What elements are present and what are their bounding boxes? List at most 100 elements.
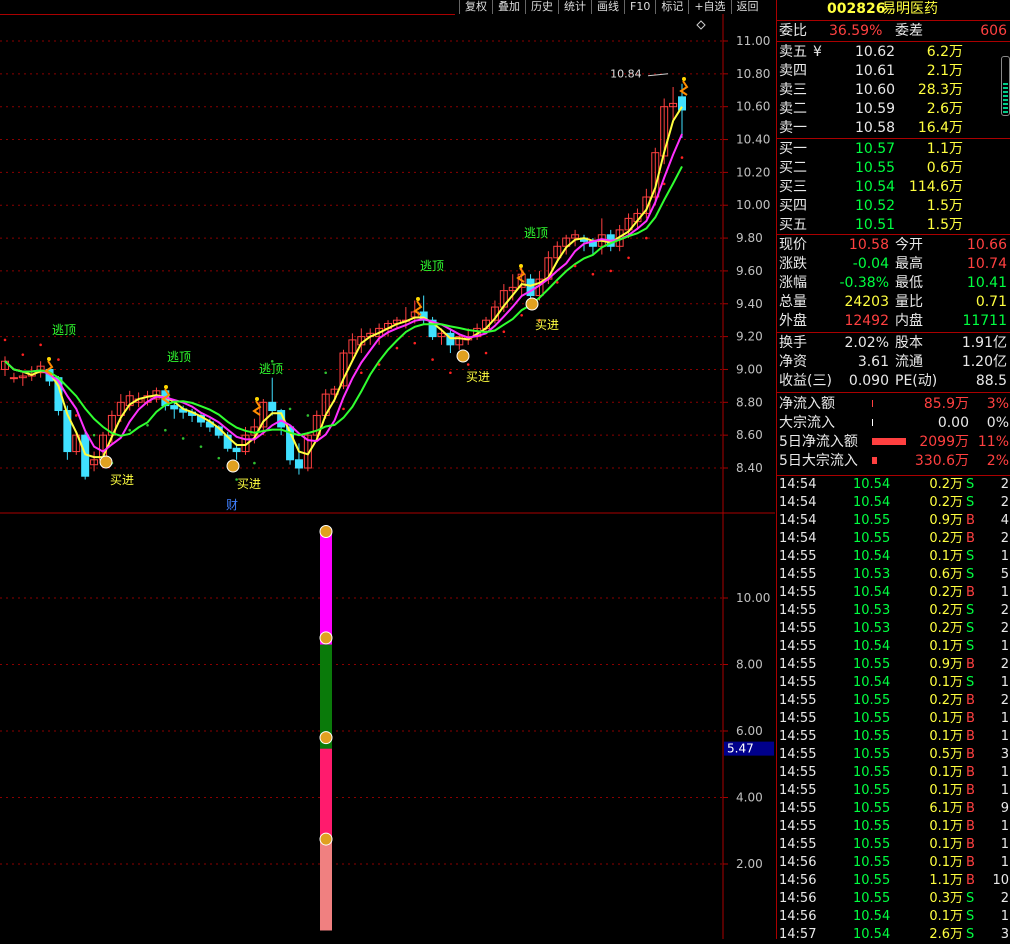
trade-volume: 0.1万 <box>929 549 963 564</box>
cai-label: 财 <box>226 498 238 512</box>
trade-row: 14:55 10.55 0.1万 B 1 <box>777 818 1010 836</box>
escape-top-label: 逃顶 <box>524 226 548 240</box>
trade-time: 14:55 <box>779 765 817 780</box>
sell-order-row: 卖一 10.58 16.4万 <box>777 119 1010 138</box>
trade-time: 14:55 <box>779 639 817 654</box>
toolbar-item[interactable]: 返回 <box>730 0 764 14</box>
flow-value: 2099万 <box>919 434 969 450</box>
trade-row: 14:55 10.54 0.1万 S 1 <box>777 674 1010 692</box>
trade-price: 10.53 <box>853 603 891 618</box>
buy-order-row: 买一 10.57 1.1万 <box>777 140 1010 159</box>
trade-time: 14:55 <box>779 837 817 852</box>
toolbar-item[interactable]: 复权 <box>459 0 492 14</box>
trade-time: 14:55 <box>779 729 817 744</box>
sar-dot <box>662 182 666 186</box>
trade-side: S <box>966 477 975 492</box>
order-volume: 6.2万 <box>926 44 963 60</box>
toolbar-item[interactable]: 历史 <box>525 0 558 14</box>
trade-row: 14:55 10.54 0.2万 B 1 <box>777 584 1010 602</box>
kline-chart[interactable]: 11.00 10.80 10.60 10.40 10.20 10.00 9.80 9.60 9.… <box>0 14 775 939</box>
yuan-marker: ¥ <box>813 44 822 60</box>
buy-signal-label: 买进 <box>237 477 261 491</box>
trade-price: 10.54 <box>853 639 891 654</box>
order-volume: 16.4万 <box>917 120 963 136</box>
stat-value: 0.090 <box>848 373 889 389</box>
trade-count: 3 <box>1000 927 1009 942</box>
trade-count: 9 <box>1000 801 1009 816</box>
trade-time: 14:55 <box>779 711 817 726</box>
trade-volume: 0.1万 <box>929 855 963 870</box>
sar-dot <box>146 424 149 427</box>
stat-value: 3.61 <box>857 354 889 370</box>
sell-order-row: 卖二 10.59 2.6万 <box>777 100 1010 119</box>
sar-dot <box>466 363 470 366</box>
order-label: 卖五 <box>779 44 807 60</box>
candle-body <box>294 459 303 469</box>
quote-panel: 002826 易明医药 委比 36.59% 委差 606 卖五 10.62 6.2万… <box>776 0 1010 942</box>
toolbar-item[interactable]: 画线 <box>591 0 624 14</box>
toolbar-item[interactable]: 统计 <box>558 0 591 14</box>
flow-value: 85.9万 <box>923 396 969 412</box>
weibi-label: 委比 <box>779 23 807 39</box>
lower-tick-label: 4.00 <box>736 791 763 805</box>
stat-value: 24203 <box>844 294 889 310</box>
trade-side: B <box>966 819 975 834</box>
trade-time: 14:55 <box>779 783 817 798</box>
trade-count: 1 <box>1000 549 1009 564</box>
flow-row: 5日净流入额 2099万 11% <box>777 433 1010 452</box>
flow-row: 5日大宗流入 330.6万 2% <box>777 452 1010 471</box>
buy-order-row: 买二 10.55 0.6万 <box>777 159 1010 178</box>
trade-side: S <box>966 567 975 582</box>
toolbar-item[interactable]: 标记 <box>655 0 688 14</box>
sar-dot <box>288 407 292 411</box>
flow-value: 330.6万 <box>914 453 969 469</box>
stat-value: -0.04 <box>852 256 889 272</box>
trade-price: 10.55 <box>853 693 891 708</box>
lower-tick-label: 10.00 <box>736 591 770 605</box>
trade-count: 2 <box>1000 657 1009 672</box>
trade-price: 10.55 <box>853 729 891 744</box>
kline-chart-area[interactable]: 11.00 10.80 10.60 10.40 10.20 10.00 9.80 9.60 9.… <box>0 14 775 939</box>
trade-time: 14:55 <box>779 603 817 618</box>
sar-dot <box>680 156 684 159</box>
order-volume: 28.3万 <box>917 82 963 98</box>
trade-volume: 0.2万 <box>929 693 963 708</box>
trade-volume: 0.1万 <box>929 909 963 924</box>
escape-top-label: 逃顶 <box>420 259 444 273</box>
sar-dot <box>360 371 363 375</box>
toolbar-item[interactable]: +自选 <box>688 0 730 14</box>
order-volume: 1.1万 <box>926 141 963 157</box>
sar-dot <box>645 236 648 240</box>
trade-side: B <box>966 783 975 798</box>
sar-dot <box>342 407 345 411</box>
trade-row: 14:57 10.54 2.6万 S 3 <box>777 926 1010 944</box>
trade-time: 14:55 <box>779 819 817 834</box>
order-label: 买二 <box>779 160 807 176</box>
trade-price: 10.54 <box>853 549 891 564</box>
trade-side: B <box>966 513 975 528</box>
price-tick-label: 10.80 <box>736 67 770 81</box>
toolbar-item[interactable]: 叠加 <box>492 0 525 14</box>
price-tick-label: 9.00 <box>736 362 763 376</box>
runner-head <box>47 357 51 361</box>
sar-dot <box>199 445 203 448</box>
trade-price: 10.55 <box>853 801 891 816</box>
trade-side: B <box>966 711 975 726</box>
toolbar-item[interactable]: F10 <box>624 0 655 14</box>
trade-row: 14:55 10.55 0.9万 B 2 <box>777 656 1010 674</box>
sar-dot <box>395 346 399 350</box>
sar-dot <box>449 371 452 375</box>
trade-time: 14:55 <box>779 585 817 600</box>
stat-row: 现价 10.58 今开 10.66 <box>777 236 1010 255</box>
sar-dot <box>555 281 559 284</box>
price-tick-label: 10.00 <box>736 198 770 212</box>
trade-side: B <box>966 585 975 600</box>
trade-row: 14:55 10.55 0.1万 B 1 <box>777 836 1010 854</box>
trade-row: 14:56 10.55 1.1万 B 10 <box>777 872 1010 890</box>
trade-volume: 0.1万 <box>929 783 963 798</box>
trade-time: 14:56 <box>779 891 817 906</box>
panel-scrollbar[interactable] <box>1001 56 1010 116</box>
order-label: 卖二 <box>779 101 807 117</box>
trade-volume: 0.6万 <box>929 567 963 582</box>
price-tick-label: 8.40 <box>736 461 763 475</box>
